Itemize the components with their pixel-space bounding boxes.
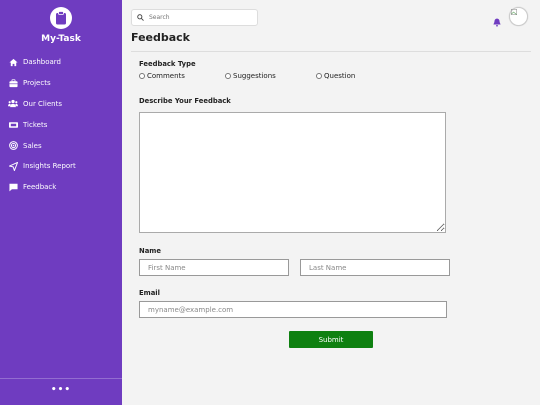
sidebar-divider bbox=[0, 378, 122, 379]
last-name-field[interactable] bbox=[300, 259, 450, 276]
radio-suggestions[interactable]: Suggestions bbox=[225, 72, 276, 80]
briefcase-icon bbox=[8, 78, 18, 88]
radio-comments[interactable]: Comments bbox=[139, 72, 185, 80]
search-icon bbox=[137, 14, 144, 21]
logo[interactable] bbox=[50, 7, 72, 29]
feedback-type-label: Feedback Type bbox=[139, 60, 196, 68]
name-label: Name bbox=[139, 247, 161, 255]
radio-circle[interactable] bbox=[139, 73, 145, 79]
radio-question[interactable]: Question bbox=[316, 72, 355, 80]
ticket-icon bbox=[8, 120, 18, 130]
search-input[interactable] bbox=[149, 14, 249, 21]
radio-label: Suggestions bbox=[233, 72, 276, 80]
radio-label: Comments bbox=[147, 72, 185, 80]
chat-icon bbox=[8, 182, 18, 192]
sidebar-item-label: Tickets bbox=[23, 120, 48, 129]
sidebar-item-label: Projects bbox=[23, 79, 51, 88]
submit-button[interactable]: Submit bbox=[289, 331, 373, 348]
first-name-field[interactable] bbox=[139, 259, 289, 276]
avatar[interactable] bbox=[509, 7, 528, 26]
brand-name: My-Task bbox=[41, 34, 81, 44]
sidebar-item-tickets[interactable]: Tickets bbox=[0, 114, 122, 135]
target-icon bbox=[8, 141, 18, 151]
email-field[interactable] bbox=[139, 301, 447, 318]
sidebar-item-label: Our Clients bbox=[23, 99, 62, 108]
sidebar-item-sales[interactable]: Sales bbox=[0, 135, 122, 156]
sidebar-item-insights-report[interactable]: Insights Report bbox=[0, 156, 122, 177]
feedback-textarea[interactable] bbox=[139, 112, 446, 233]
sidebar-item-label: Insights Report bbox=[23, 162, 76, 171]
main-content: Feedback Feedback Type Comments Suggesti… bbox=[122, 0, 540, 405]
more-options-button[interactable]: ••• bbox=[0, 385, 122, 395]
users-icon bbox=[8, 99, 18, 109]
describe-feedback-label: Describe Your Feedback bbox=[139, 97, 231, 105]
header-divider bbox=[131, 51, 531, 52]
sidebar: My-Task Dashboard Projects Our Clients T… bbox=[0, 0, 122, 405]
home-icon bbox=[8, 57, 18, 67]
page-title: Feedback bbox=[131, 31, 190, 44]
sidebar-item-dashboard[interactable]: Dashboard bbox=[0, 52, 122, 73]
radio-circle[interactable] bbox=[316, 73, 322, 79]
email-label: Email bbox=[139, 289, 160, 297]
sidebar-nav: Dashboard Projects Our Clients Tickets S… bbox=[0, 52, 122, 198]
broken-image-icon bbox=[511, 9, 517, 15]
sidebar-item-projects[interactable]: Projects bbox=[0, 73, 122, 94]
clipboard-icon bbox=[56, 11, 66, 25]
sidebar-item-label: Feedback bbox=[23, 183, 57, 192]
radio-circle[interactable] bbox=[225, 73, 231, 79]
send-icon bbox=[8, 161, 18, 171]
sidebar-item-label: Dashboard bbox=[23, 58, 61, 67]
sidebar-item-feedback[interactable]: Feedback bbox=[0, 177, 122, 198]
search-bar[interactable] bbox=[131, 9, 258, 26]
radio-label: Question bbox=[324, 72, 356, 80]
sidebar-item-label: Sales bbox=[23, 141, 42, 150]
sidebar-item-our-clients[interactable]: Our Clients bbox=[0, 94, 122, 115]
bell-icon[interactable] bbox=[493, 12, 501, 31]
